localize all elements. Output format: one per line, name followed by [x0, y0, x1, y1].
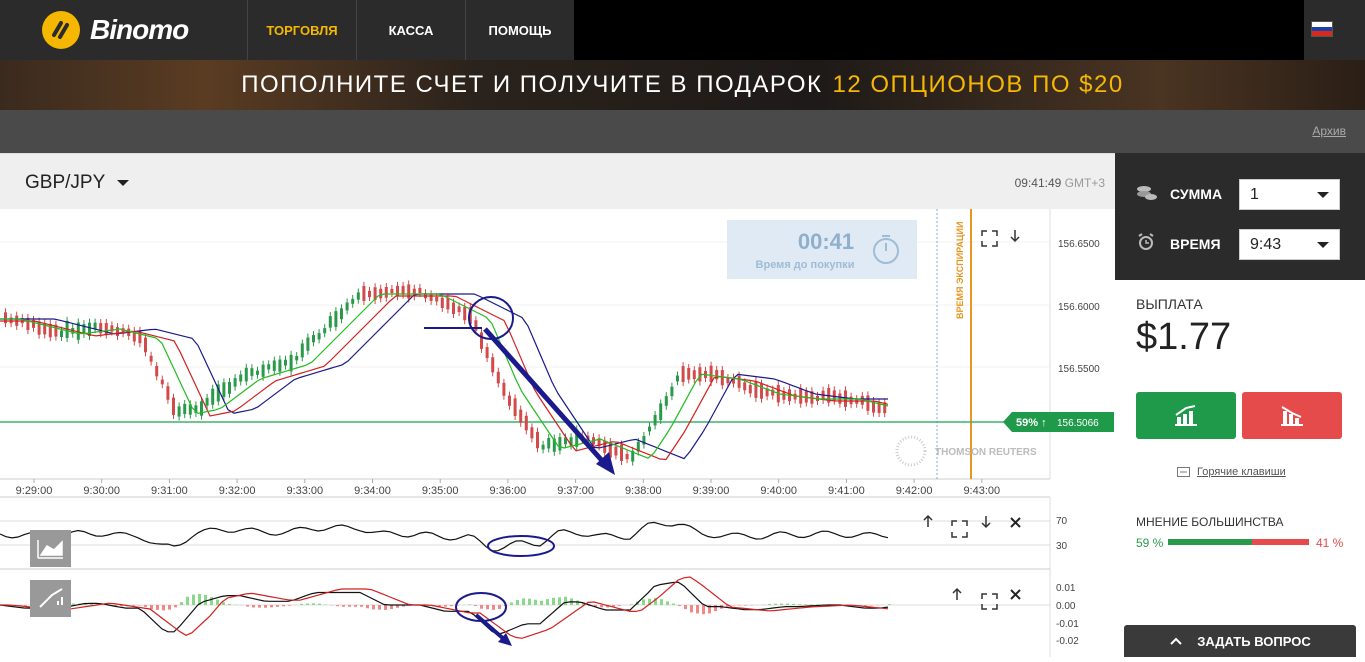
opinion-up-pct: 59 %	[1136, 536, 1163, 550]
clock-tz: GMT+3	[1065, 176, 1105, 190]
rsi-line	[0, 522, 888, 550]
time-tick: 9:36:00	[490, 485, 527, 497]
timer-label: Время до покупки	[756, 259, 855, 271]
keyboard-icon	[1177, 467, 1190, 477]
rsi-tick: 30	[1056, 541, 1068, 552]
chart-header: GBP/JPY 09:41:49 GMT+3	[0, 153, 1115, 209]
ma-red-line	[0, 296, 888, 460]
binomo-logo-icon	[42, 11, 80, 49]
call-button[interactable]	[1136, 392, 1236, 439]
server-clock: 09:41:49 GMT+3	[1015, 176, 1105, 190]
macd-tick: -0.02	[1056, 636, 1079, 647]
time-tick: 9:37:00	[557, 485, 594, 497]
move-up-icon[interactable]	[953, 589, 961, 600]
ask-question-label: ЗАДАТЬ ВОПРОС	[1197, 634, 1310, 649]
chevron-up-icon	[1169, 636, 1183, 646]
expiry-label: ВРЕМЯ ЭКСПИРАЦИИ	[955, 222, 965, 319]
promo-banner[interactable]: ПОПОЛНИТЕ СЧЕТ И ПОЛУЧИТЕ В ПОДАРОК 12 О…	[0, 60, 1365, 110]
time-tick: 9:43:00	[963, 485, 1000, 497]
macd-indicator-icon[interactable]	[30, 580, 71, 617]
close-icon[interactable]	[1011, 518, 1020, 527]
trend-down-icon	[1279, 405, 1305, 427]
brand-logo[interactable]: Binomo	[0, 0, 248, 60]
ask-question-button[interactable]: ЗАДАТЬ ВОПРОС	[1124, 625, 1356, 657]
price-tick: 156.5500	[1058, 364, 1100, 375]
annotation-arrow	[485, 329, 605, 464]
price-tick: 156.6500	[1058, 239, 1100, 250]
time-axis: 9:29:00 9:30:00 9:31:00 9:32:00 9:33:00 9:34:…	[16, 479, 1001, 497]
candlesticks	[4, 280, 886, 465]
nav-trading[interactable]: ТОРГОВЛЯ	[248, 0, 357, 60]
current-price: 156.5066	[1057, 418, 1099, 429]
time-tick: 9:38:00	[625, 485, 662, 497]
watermark-text: THOMSON REUTERS	[935, 447, 1037, 458]
alarm-clock-icon	[1137, 233, 1155, 251]
chevron-down-icon	[1317, 192, 1329, 198]
time-tick: 9:29:00	[16, 485, 53, 497]
chevron-down-icon	[117, 180, 129, 186]
payout-value: $1.77	[1136, 316, 1231, 359]
price-axis: 156.6500 156.6000 156.5500	[1058, 239, 1100, 375]
time-tick: 9:34:00	[354, 485, 391, 497]
clock-time: 09:41:49	[1015, 176, 1062, 190]
current-pct: 59% ↑	[1016, 417, 1047, 429]
time-label: ВРЕМЯ	[1170, 236, 1221, 252]
trade-panel: СУММА 1 ВРЕМЯ 9:43 ВЫПЛАТА $1.77 Горячие…	[1115, 153, 1365, 657]
opinion-up-bar	[1168, 539, 1252, 545]
time-tick: 9:33:00	[286, 485, 323, 497]
rsi-annotation-circle	[488, 536, 554, 556]
header-black-area	[574, 0, 1304, 60]
fullscreen-icon[interactable]	[952, 521, 967, 537]
time-value: 9:43	[1250, 236, 1281, 253]
macd-tick: -0.01	[1056, 619, 1079, 630]
opinion-down-pct: 41 %	[1316, 536, 1343, 550]
nav-cashier[interactable]: КАССА	[357, 0, 466, 60]
language-flag-ru[interactable]	[1311, 21, 1333, 37]
macd-tick: 0.00	[1056, 601, 1076, 612]
time-tick: 9:41:00	[828, 485, 865, 497]
fullscreen-icon[interactable]	[982, 231, 997, 246]
fullscreen-icon[interactable]	[982, 594, 997, 609]
opinion-down-bar	[1252, 539, 1309, 545]
time-tick: 9:32:00	[219, 485, 256, 497]
chevron-down-icon	[1317, 242, 1329, 248]
thomson-reuters-logo	[897, 437, 925, 465]
price-chart[interactable]: ВРЕМЯ ЭКСПИРАЦИИ 00:41 Время до покупки …	[0, 209, 1115, 657]
amount-label: СУММА	[1170, 186, 1222, 202]
payout-label: ВЫПЛАТА	[1136, 296, 1203, 312]
time-tick: 9:35:00	[422, 485, 459, 497]
chart-area[interactable]: ВРЕМЯ ЭКСПИРАЦИИ 00:41 Время до покупки …	[0, 209, 1115, 657]
banner-highlight: 12 ОПЦИОНОВ ПО $20	[832, 71, 1123, 99]
time-select[interactable]: 9:43	[1239, 229, 1340, 260]
rsi-tick: 70	[1056, 516, 1068, 527]
macd-tick: 0.01	[1056, 583, 1076, 594]
time-tick: 9:39:00	[693, 485, 730, 497]
hotkeys-link[interactable]: Горячие клавиши	[1197, 466, 1286, 478]
time-tick: 9:42:00	[896, 485, 933, 497]
time-tick: 9:40:00	[760, 485, 797, 497]
sub-toolbar: Архив	[0, 110, 1365, 153]
nav-help[interactable]: ПОМОЩЬ	[466, 0, 575, 60]
amount-select[interactable]: 1	[1239, 179, 1340, 210]
asset-selector[interactable]: GBP/JPY	[25, 172, 129, 194]
trade-inputs: СУММА 1 ВРЕМЯ 9:43	[1115, 153, 1365, 280]
time-tick: 9:31:00	[151, 485, 188, 497]
coins-icon	[1136, 185, 1158, 201]
archive-link[interactable]: Архив	[1312, 124, 1346, 138]
majority-opinion-label: МНЕНИЕ БОЛЬШИНСТВА	[1136, 515, 1283, 529]
brand-name: Binomo	[90, 14, 188, 46]
trend-up-icon	[1173, 405, 1199, 427]
time-tick: 9:30:00	[83, 485, 120, 497]
close-icon[interactable]	[1011, 590, 1020, 599]
banner-text: ПОПОЛНИТЕ СЧЕТ И ПОЛУЧИТЕ В ПОДАРОК	[241, 71, 822, 99]
asset-pair-label: GBP/JPY	[25, 172, 105, 193]
arrow-down-icon[interactable]	[1011, 230, 1019, 241]
amount-value: 1	[1250, 186, 1259, 203]
put-button[interactable]	[1242, 392, 1342, 439]
price-tick: 156.6000	[1058, 302, 1100, 313]
ma-blue-line	[0, 294, 888, 459]
timer-value: 00:41	[798, 229, 854, 254]
